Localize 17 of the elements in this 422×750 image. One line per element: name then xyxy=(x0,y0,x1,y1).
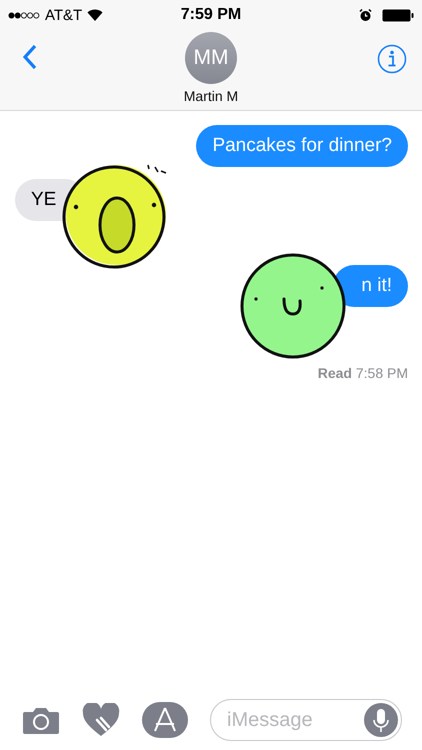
read-receipt: Read 7:58 PM xyxy=(318,365,408,381)
message-bubble: Pancakes for dinner? xyxy=(196,125,408,167)
microphone-icon[interactable] xyxy=(364,703,398,737)
contact-avatar[interactable]: MM xyxy=(185,32,237,84)
camera-button[interactable] xyxy=(22,706,60,734)
battery-icon xyxy=(382,8,414,22)
carrier-name: AT&T xyxy=(45,6,82,24)
contact-name: Martin M xyxy=(184,88,238,104)
app-store-button[interactable] xyxy=(142,702,188,738)
info-button[interactable] xyxy=(377,44,407,74)
message-bubble: n it! xyxy=(333,265,408,307)
back-button[interactable] xyxy=(23,44,37,70)
wifi-icon xyxy=(87,9,104,21)
alarm-icon xyxy=(359,8,372,22)
heart-icon[interactable] xyxy=(82,703,120,737)
signal-icon xyxy=(8,12,40,18)
status-time: 7:59 PM xyxy=(180,6,242,24)
